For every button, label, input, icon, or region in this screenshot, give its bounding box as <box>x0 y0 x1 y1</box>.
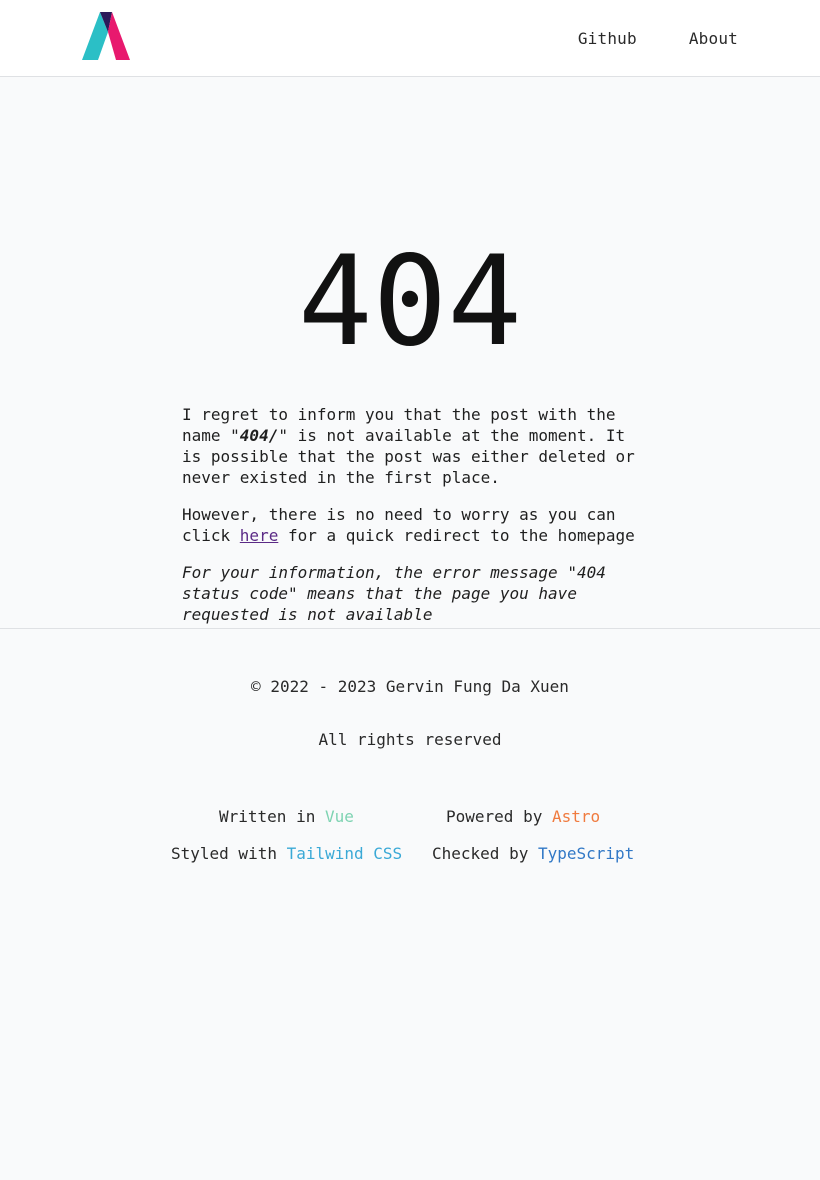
post-name: 404/ <box>239 426 279 445</box>
paragraph-redirect: However, there is no need to worry as yo… <box>182 504 642 546</box>
site-header: Github About <box>0 0 820 77</box>
site-footer: © 2022 - 2023 Gervin Fung Da Xuen All ri… <box>0 628 820 1180</box>
astro-link[interactable]: Astro <box>552 807 600 826</box>
written-label: Written in <box>219 807 325 826</box>
top-nav: Github About <box>526 0 738 77</box>
styled-label: Styled with <box>171 844 287 863</box>
logo-link[interactable] <box>82 12 130 60</box>
written-in: Written in Vue <box>219 807 354 826</box>
vue-link[interactable]: Vue <box>325 807 354 826</box>
powered-label: Powered by <box>446 807 552 826</box>
main-content: 404 I regret to inform you that the post… <box>0 77 820 628</box>
typescript-link[interactable]: TypeScript <box>538 844 634 863</box>
error-description: I regret to inform you that the post wit… <box>182 404 642 641</box>
nav-about-link[interactable]: About <box>689 29 738 48</box>
nav-github-link[interactable]: Github <box>578 29 637 48</box>
paragraph-info: For your information, the error message … <box>182 563 606 624</box>
styled-with: Styled with Tailwind CSS <box>171 844 402 863</box>
tailwind-link[interactable]: Tailwind CSS <box>287 844 403 863</box>
powered-by: Powered by Astro <box>446 807 600 826</box>
rights-text: All rights reserved <box>318 730 502 749</box>
checked-label: Checked by <box>432 844 538 863</box>
logo-icon <box>82 12 130 60</box>
checked-by: Checked by TypeScript <box>432 844 634 863</box>
error-code-heading: 404 <box>298 230 522 374</box>
home-redirect-link[interactable]: here <box>240 526 279 545</box>
copyright-text: © 2022 - 2023 Gervin Fung Da Xuen <box>251 677 569 696</box>
p2-text-after: for a quick redirect to the homepage <box>278 526 635 545</box>
paragraph-not-available: I regret to inform you that the post wit… <box>182 404 642 488</box>
